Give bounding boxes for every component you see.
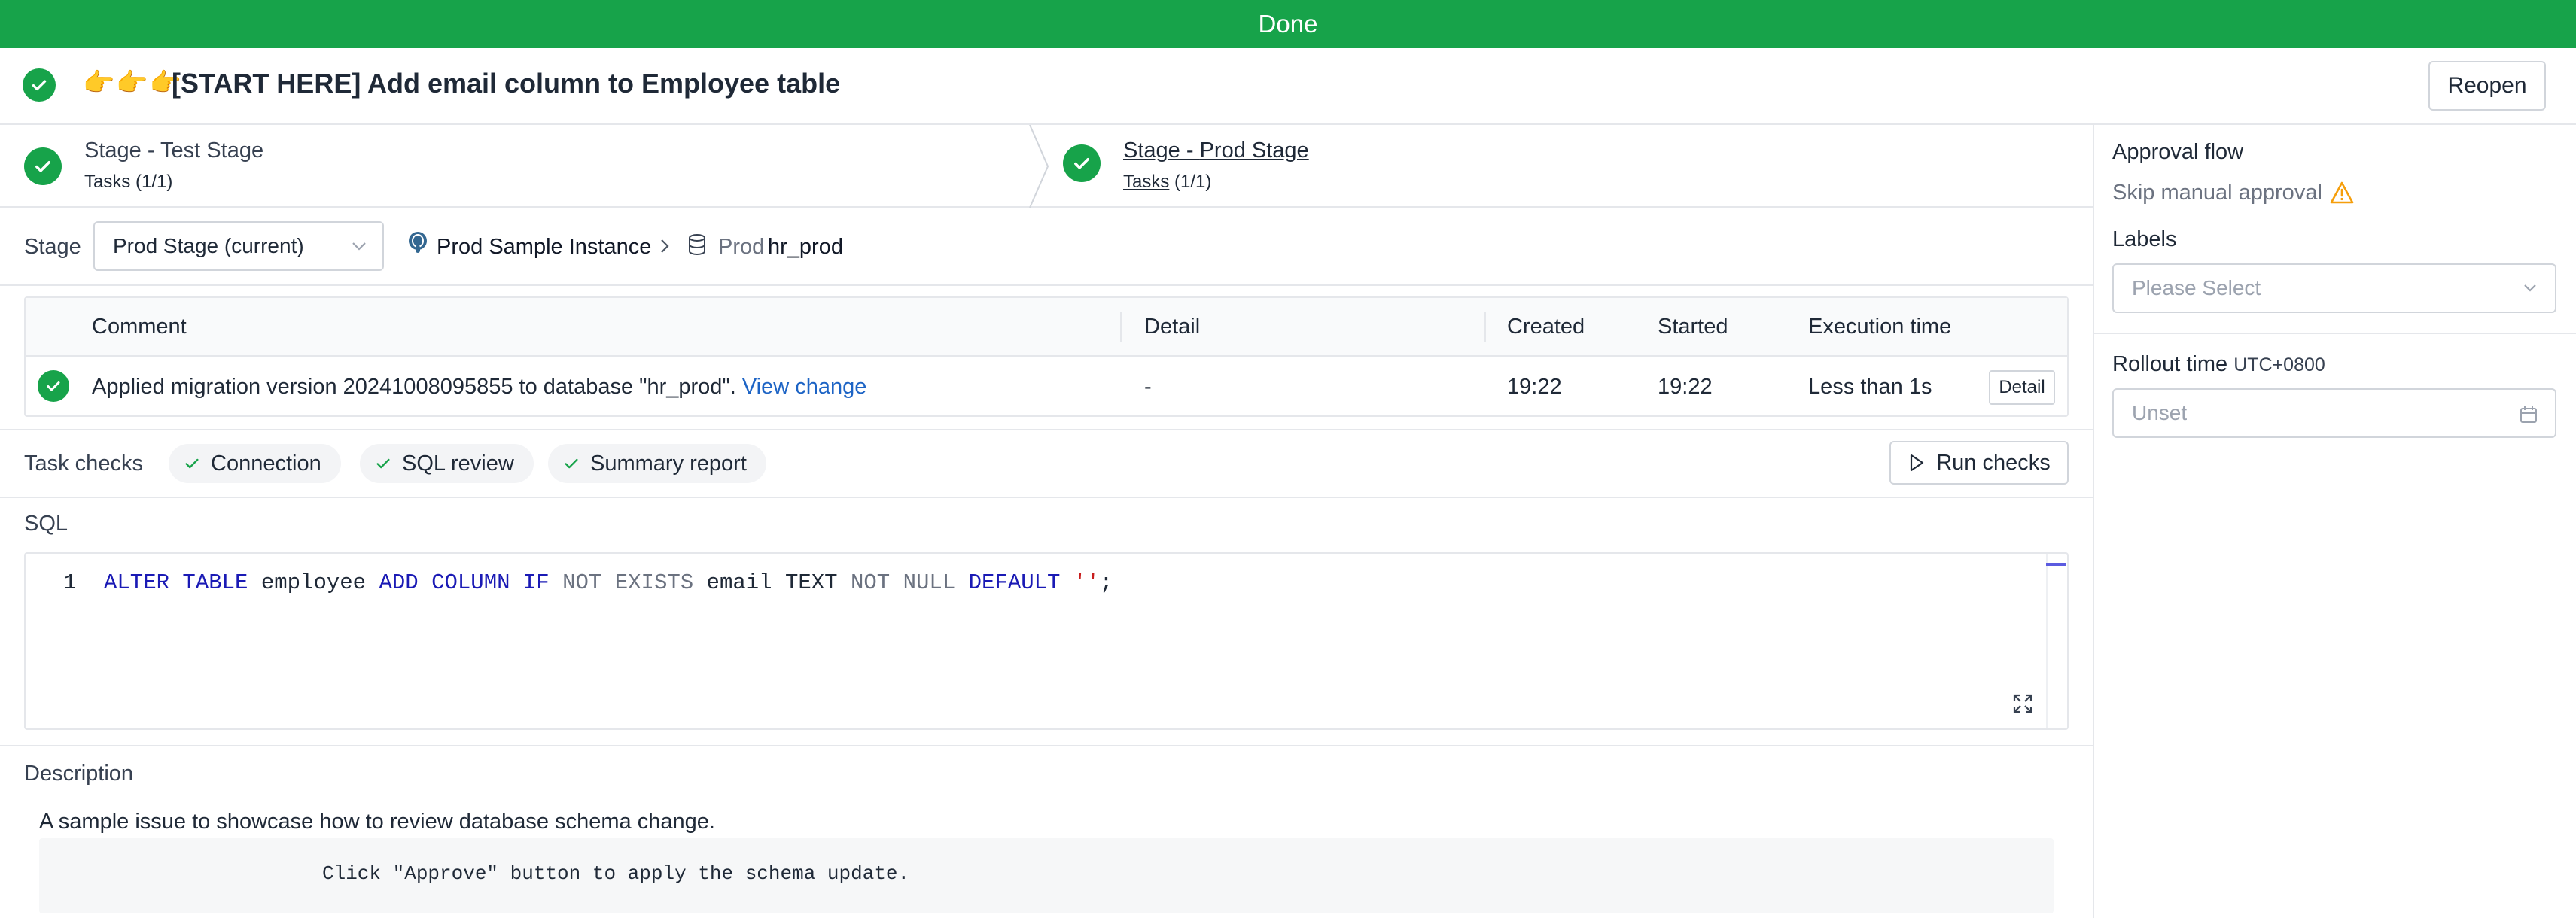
editor-scrollbar[interactable] [2046,554,2067,728]
run-started: 19:22 [1658,375,1713,399]
column-header: Created [1507,315,1585,339]
chevron-down-icon [2524,284,2536,292]
stage-separator-arrow [1029,125,1049,208]
run-detail: - [1144,375,1152,399]
column-header: Comment [92,315,187,339]
status-banner: Done [0,0,2576,48]
stage-bar: Stage - Test Stage Tasks (1/1) Stage - P… [0,125,2093,208]
sql-editor[interactable]: 1 ALTER TABLE employee ADD COLUMN IF NOT… [24,552,2069,730]
warning-icon[interactable] [2329,181,2355,205]
detail-button[interactable]: Detail [1989,370,2055,405]
description-label: Description [24,761,134,786]
rollout-time-picker[interactable]: Unset [2112,388,2556,438]
task-run-table: Comment Detail Created Started Execution… [24,296,2069,417]
table-row: Applied migration version 20241008095855… [26,357,2067,417]
line-number: 1 [63,570,77,595]
database-environment: Prod [718,235,765,259]
check-connection[interactable]: Connection [169,444,341,483]
task-checks-row: Task checks Connection SQL review Summar… [0,429,2093,498]
play-icon [1911,454,1924,472]
chevron-down-icon [352,242,366,251]
checkmark-icon [376,458,390,469]
stage-select-value: Prod Stage (current) [113,234,304,257]
run-execution-time: Less than 1s [1808,375,1932,399]
issue-title[interactable]: [START HERE] Add email column to Employe… [172,68,840,99]
divider [2094,333,2576,334]
task-checks-label: Task checks [24,451,143,476]
column-divider [1120,312,1122,342]
issue-header: 👉👉👉 [START HERE] Add email column to Emp… [0,48,2576,125]
database-link[interactable]: hr_prod [768,235,843,260]
labels-placeholder: Please Select [2132,276,2261,299]
scrollbar-marker [2046,563,2066,566]
status-banner-text: Done [1258,10,1318,38]
run-checks-button[interactable]: Run checks [1889,441,2069,485]
stage-select[interactable]: Prod Stage (current) [93,221,384,271]
expand-icon[interactable] [2011,692,2034,715]
stage-title: Stage - Prod Stage [1123,138,1309,163]
success-check-icon [38,370,69,402]
table-header: Comment Detail Created Started Execution… [26,298,2067,357]
main-panel: Stage - Test Stage Tasks (1/1) Stage - P… [0,125,2093,918]
stage-select-row: Stage Prod Stage (current) Prod Sample I… [0,208,2093,286]
stage-tasks: Tasks (1/1) [84,172,173,192]
labels-select[interactable]: Please Select [2112,263,2556,313]
stage-done-check-icon [1063,144,1101,182]
column-header: Started [1658,315,1728,339]
instance-link[interactable]: Prod Sample Instance [437,235,651,260]
approval-flow-title: Approval flow [2112,140,2244,164]
view-change-link[interactable]: View change [742,375,867,399]
calendar-icon [2520,406,2537,423]
check-summary-report[interactable]: Summary report [548,444,766,483]
column-header: Detail [1144,315,1201,339]
database-icon [689,234,705,256]
run-created: 19:22 [1507,375,1562,399]
checkmark-icon [185,458,199,469]
stage-label: Stage [24,235,81,259]
issue-sidebar: Approval flow Skip manual approval Label… [2093,125,2576,918]
issue-page: Done 👉👉👉 [START HERE] Add email column t… [0,0,2576,918]
description-code-block: Click "Approve" button to apply the sche… [39,838,2054,913]
stage-done-check-icon [24,147,62,185]
postgres-icon [409,232,427,253]
checkmark-icon [565,458,578,469]
rollout-time-title: Rollout time UTC+0800 [2112,352,2325,376]
check-sql-review[interactable]: SQL review [360,444,534,483]
sql-code-line: ALTER TABLE employee ADD COLUMN IF NOT E… [104,570,1113,595]
chevron-right-icon [661,239,669,253]
labels-title: Labels [2112,227,2177,251]
divider [0,745,2093,746]
done-check-icon [23,68,56,102]
sql-label: SQL [24,512,69,536]
column-header: Execution time [1808,315,1952,339]
description-text: A sample issue to showcase how to review… [39,810,715,834]
reopen-button[interactable]: Reopen [2428,61,2546,111]
approval-flow-value: Skip manual approval [2112,181,2322,205]
stage-title: Stage - Test Stage [84,138,264,163]
stage-tasks: Tasks (1/1) [1123,172,1212,192]
column-divider [1484,312,1486,342]
pointing-hand-emoji: 👉👉👉 [83,68,184,97]
run-comment: Applied migration version 20241008095855… [92,375,867,399]
rollout-time-placeholder: Unset [2132,401,2188,424]
